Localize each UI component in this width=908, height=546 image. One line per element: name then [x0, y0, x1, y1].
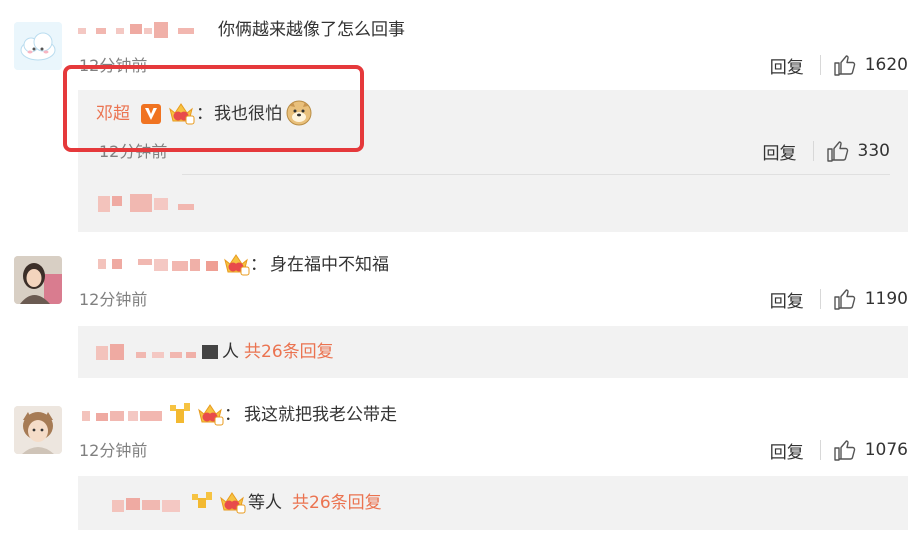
reply-divider [182, 174, 890, 175]
thumbs-up-icon[interactable] [833, 54, 857, 76]
thread-count-link[interactable]: 共26条回复 [244, 340, 334, 364]
thumbs-up-icon[interactable] [826, 140, 850, 162]
comment-3: ： 我这就把我老公带走 12分钟前 回复 1076 等人 共26条回复 [0, 390, 908, 546]
reply-button[interactable]: 回复 [770, 287, 804, 312]
comment-colon: ： [224, 405, 241, 425]
avatar[interactable] [14, 406, 62, 454]
comment-time: 12分钟前 [79, 290, 148, 309]
comment-colon: ： [250, 255, 267, 275]
crown-badge-icon [224, 254, 250, 276]
pixelated-names [96, 344, 206, 362]
comment-2: ： 身在福中不知福 12分钟前 回复 1190 人 共26条回复 [0, 240, 908, 388]
thumbs-up-icon[interactable] [833, 288, 857, 310]
divider [819, 289, 821, 309]
reply-thread-bar[interactable]: 等人 共26条回复 [78, 476, 908, 530]
reply-button[interactable]: 回复 [763, 139, 797, 164]
comment-actions: 回复 1076 [770, 438, 908, 463]
pixelated-username [78, 20, 200, 40]
reply-button[interactable]: 回复 [770, 438, 804, 463]
reply-button[interactable]: 回复 [770, 53, 804, 78]
like-count: 1190 [864, 289, 908, 309]
sub-reply-actions: 回复 330 [763, 139, 890, 164]
pixelated-reply [98, 194, 198, 214]
avatar[interactable] [14, 256, 62, 304]
crown-badge-icon [220, 492, 246, 514]
pixelated-badge-icon [192, 492, 212, 508]
like-count: 1076 [864, 440, 908, 460]
comment-time: 12分钟前 [79, 441, 148, 460]
pixelated-username [78, 403, 166, 425]
user-photo-icon [14, 406, 62, 454]
divider [819, 440, 821, 460]
comment-actions: 回复 1190 [770, 287, 908, 312]
comment-text: 身在福中不知福 [270, 255, 389, 275]
avatar[interactable] [14, 22, 62, 70]
like-count: 1620 [864, 55, 908, 75]
highlight-box [63, 65, 364, 152]
divider [812, 141, 814, 161]
pixelated-username [78, 253, 224, 275]
like-count: 330 [857, 141, 890, 161]
comment-text: 我这就把我老公带走 [244, 405, 397, 425]
reply-thread-bar[interactable]: 人 共26条回复 [78, 326, 908, 378]
thumbs-up-icon[interactable] [833, 439, 857, 461]
pixelated-badge-icon [170, 403, 190, 423]
cloud-avatar-icon [14, 22, 62, 70]
thread-count-link[interactable]: 共26条回复 [292, 491, 382, 515]
thread-suffix: 人 [222, 342, 239, 362]
crown-badge-icon [198, 404, 224, 426]
pixelated-block [202, 345, 218, 359]
user-photo-icon [14, 256, 62, 304]
pixelated-names [112, 494, 192, 514]
divider [819, 55, 821, 75]
comment-line: 你俩越来越像了怎么回事 [78, 18, 405, 42]
comment-text: 你俩越来越像了怎么回事 [218, 20, 405, 40]
thread-suffix: 等人 [248, 493, 282, 513]
comment-1: 你俩越来越像了怎么回事 12分钟前 回复 1620 邓超 ： 我也很怕 12分钟… [0, 0, 908, 240]
comment-actions: 回复 1620 [770, 53, 908, 78]
